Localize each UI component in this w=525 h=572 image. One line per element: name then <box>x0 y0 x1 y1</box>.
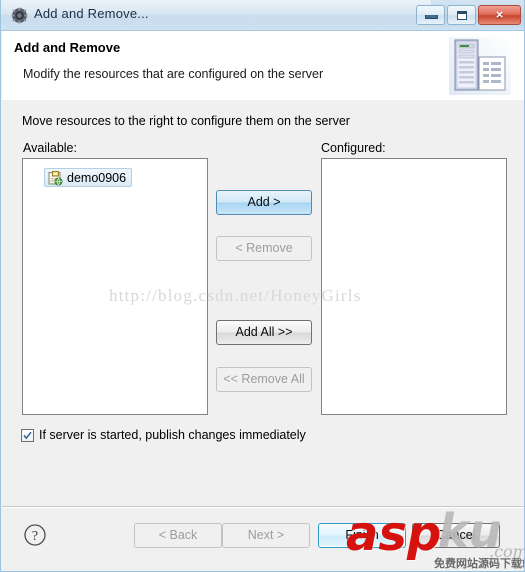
wizard-banner: Add and Remove Modify the resources that… <box>2 31 524 101</box>
instruction-text: Move resources to the right to configure… <box>22 114 350 128</box>
list-item[interactable]: demo0906 <box>44 168 133 187</box>
add-button[interactable]: Add > <box>216 190 312 215</box>
web-project-icon <box>47 170 63 186</box>
list-item-label: demo0906 <box>67 170 127 185</box>
dialog-window: Add and Remove... × Add and Remove Modif… <box>0 0 525 572</box>
configured-label: Configured: <box>321 141 386 155</box>
close-icon: × <box>495 7 504 22</box>
maximize-button[interactable] <box>447 5 476 25</box>
available-label: Available: <box>23 141 77 155</box>
add-all-button[interactable]: Add All >> <box>216 320 312 345</box>
dialog-content: Move resources to the right to configure… <box>2 100 524 506</box>
minimize-button[interactable] <box>416 5 445 25</box>
gear-icon <box>11 7 28 24</box>
available-list[interactable]: demo0906 <box>22 158 208 415</box>
window-controls: × <box>416 5 521 25</box>
window-title: Add and Remove... <box>34 6 149 21</box>
remove-button[interactable]: < Remove <box>216 236 312 261</box>
back-button[interactable]: < Back <box>134 523 222 548</box>
configured-list[interactable] <box>321 158 507 415</box>
title-bar[interactable]: Add and Remove... × <box>1 0 524 31</box>
finish-button[interactable]: Finish <box>318 523 406 548</box>
next-button[interactable]: Next > <box>222 523 310 548</box>
server-and-document-icon <box>449 37 511 95</box>
cancel-button[interactable]: Cancel <box>412 523 500 548</box>
publish-immediately-checkbox[interactable] <box>21 428 34 442</box>
remove-all-button[interactable]: << Remove All <box>216 367 312 392</box>
maximize-icon <box>457 11 467 20</box>
publish-immediately-label: If server is started, publish changes im… <box>39 428 306 442</box>
publish-immediately-row[interactable]: If server is started, publish changes im… <box>21 428 306 442</box>
question-mark-icon[interactable]: ? <box>23 523 47 547</box>
close-button[interactable]: × <box>478 5 521 25</box>
page-description: Modify the resources that are configured… <box>23 67 324 81</box>
minimize-icon <box>425 15 438 19</box>
svg-text:?: ? <box>32 529 38 544</box>
page-title: Add and Remove <box>14 40 121 55</box>
